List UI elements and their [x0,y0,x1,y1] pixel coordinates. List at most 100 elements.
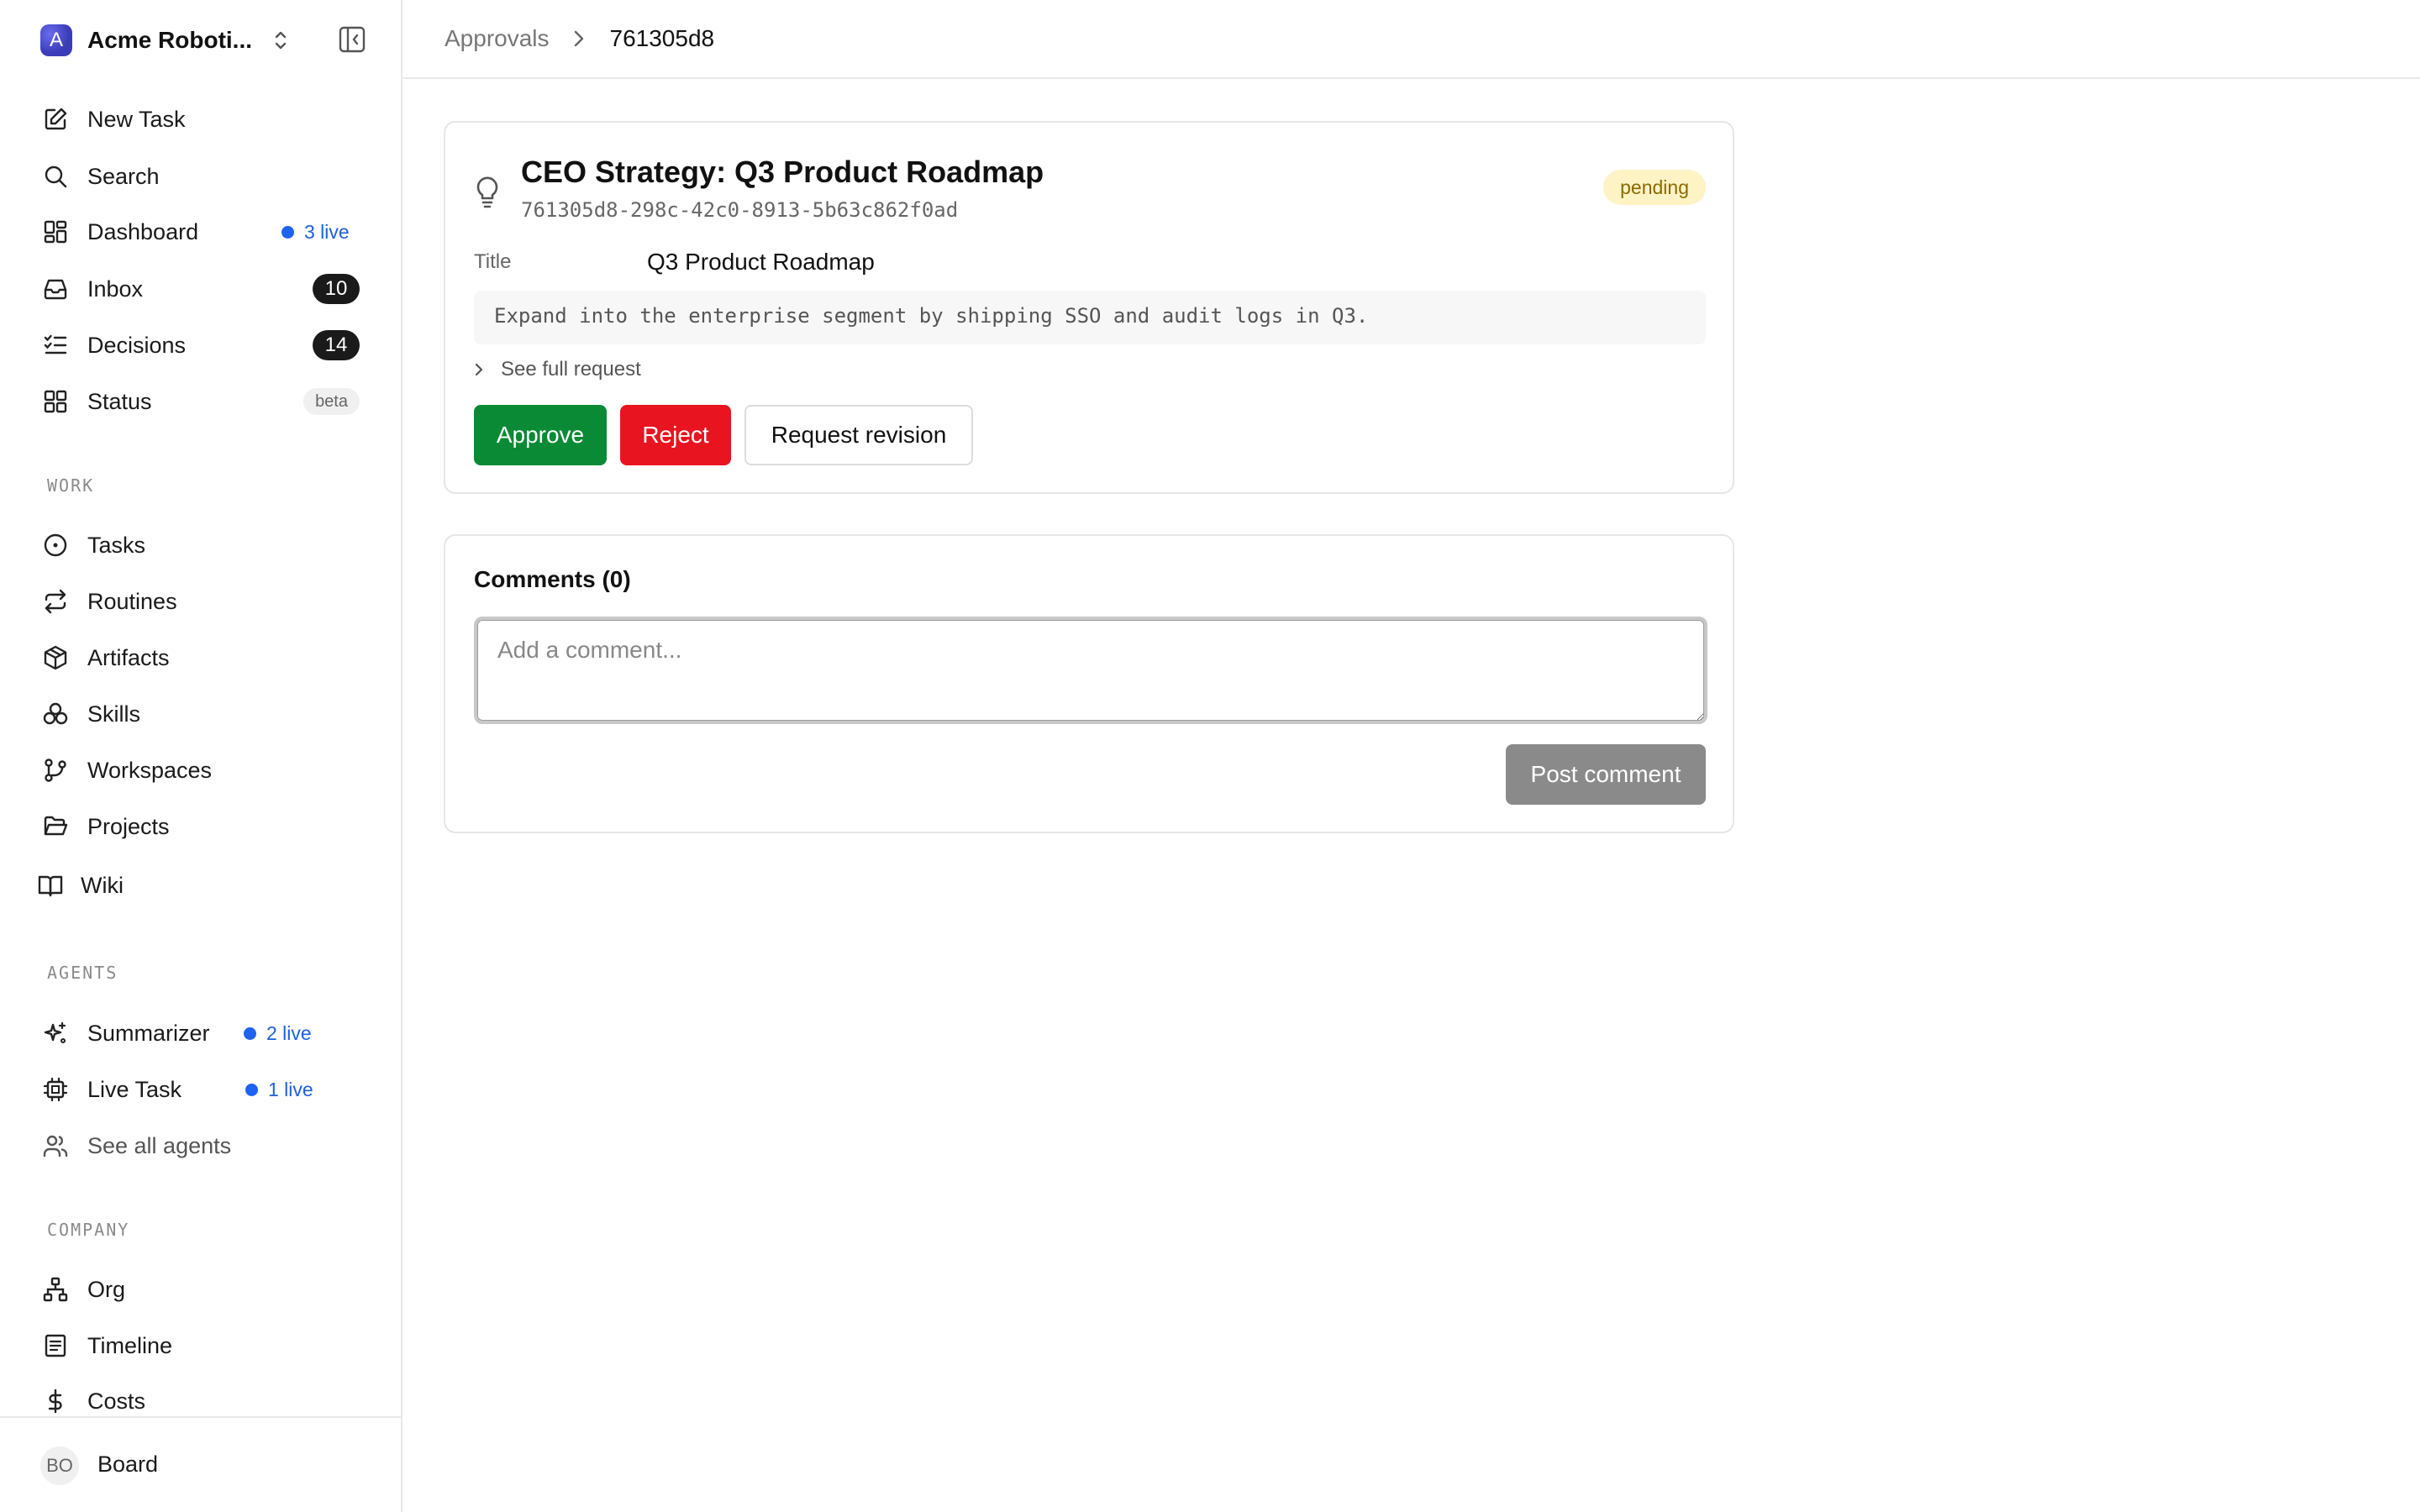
breadcrumb-approvals-link[interactable]: Approvals [445,25,550,52]
folder-open-icon [40,811,71,842]
nav-routines[interactable]: Routines [40,580,360,623]
approval-id: 761305d8-298c-42c0-8913-5b63c862f0ad [521,198,959,222]
live-indicator: 1 live [245,1079,313,1101]
dollar-sign-icon [40,1386,71,1416]
breadcrumb: Approvals 761305d8 [445,25,714,52]
comment-input[interactable] [474,617,1707,724]
git-branch-icon [40,755,71,785]
nav-label: Skills [87,701,141,727]
live-dot [244,1026,256,1040]
comments-card: Comments (0) Post comment [444,534,1734,833]
timeline-icon [40,1331,71,1361]
field-label-title: Title [474,250,512,273]
sparkles-icon [40,1018,71,1048]
live-indicator: 2 live [244,1022,312,1045]
workspace-switcher[interactable]: A Acme Roboti... [40,24,368,57]
nav-label: Summarizer [87,1020,210,1046]
workspace-name: Acme Roboti... [87,27,253,53]
nav-agent-live-task[interactable]: Live Task 1 live [40,1068,360,1111]
approval-title: CEO Strategy: Q3 Product Roadmap [521,155,1044,189]
sidebar: A Acme Roboti... New Task Search Dashboa… [0,0,402,1512]
nav-label: Timeline [87,1332,173,1358]
cpu-icon [40,1074,71,1105]
approval-description: Expand into the enterprise segment by sh… [474,291,1706,344]
nav-label: Wiki [81,872,124,898]
nav-label: Search [87,163,160,189]
network-icon [40,1274,71,1305]
users-icon [40,1131,71,1161]
dashboard-icon [40,217,71,247]
grid-icon [40,386,71,417]
nav-new-task[interactable]: New Task [40,97,360,141]
approval-card: CEO Strategy: Q3 Product Roadmap 761305d… [444,121,1734,494]
nav-inbox[interactable]: Inbox 10 [40,267,360,311]
nav-label: Artifacts [87,644,170,670]
nav-label: Inbox [87,276,144,302]
live-dot [281,225,294,239]
sidebar-collapse-icon[interactable] [338,25,366,54]
topbar: Approvals 761305d8 [402,0,2420,79]
nav-workspaces[interactable]: Workspaces [40,748,360,792]
nav-label: Dashboard [87,218,199,244]
user-name: Board [97,1452,159,1477]
nav-see-all-agents[interactable]: See all agents [40,1124,360,1168]
edit-icon [40,104,71,134]
nav-decisions[interactable]: Decisions 14 [40,323,360,367]
post-comment-button[interactable]: Post comment [1506,744,1706,805]
user-menu[interactable]: BO Board [0,1416,401,1512]
inbox-icon [40,274,71,304]
live-dot [245,1083,258,1096]
search-icon [40,161,71,192]
reject-button[interactable]: Reject [620,405,731,465]
circle-dot-icon [40,530,71,560]
nav-status[interactable]: Status beta [40,380,360,423]
live-count: 2 live [266,1021,312,1044]
nav-label: Routines [87,588,177,614]
see-full-request-label: See full request [501,358,641,381]
nav-timeline[interactable]: Timeline [40,1324,360,1368]
section-label-work: WORK [47,475,95,496]
approve-button[interactable]: Approve [474,405,607,465]
nav-search[interactable]: Search [40,155,360,198]
book-open-icon [35,870,66,900]
chevron-up-down-icon[interactable] [272,25,292,55]
nav-label: See all agents [87,1132,232,1158]
live-indicator: 3 live [281,221,350,244]
live-count: 1 live [268,1078,313,1100]
status-badge: pending [1603,170,1706,205]
repeat-icon [40,586,71,617]
package-icon [40,643,71,673]
boxes-icon [40,699,71,729]
request-revision-button[interactable]: Request revision [744,405,973,465]
nav-artifacts[interactable]: Artifacts [40,636,360,680]
nav-agent-summarizer[interactable]: Summarizer 2 live [40,1011,360,1055]
nav-label: Tasks [87,532,146,558]
breadcrumb-current: 761305d8 [609,25,715,51]
beta-badge: beta [303,388,360,415]
nav-projects[interactable]: Projects [40,805,360,848]
nav-org[interactable]: Org [40,1268,360,1311]
section-label-company: COMPANY [47,1220,130,1240]
nav-label: Projects [87,813,170,839]
nav-wiki[interactable]: Wiki [35,864,355,907]
nav-skills[interactable]: Skills [40,692,360,736]
lightbulb-icon [474,171,501,208]
nav-label: Costs [87,1388,146,1414]
inbox-count-badge: 10 [313,274,360,304]
chevron-right-icon [474,361,491,378]
workspace-logo: A [40,24,72,56]
chevron-right-icon [573,29,587,49]
nav-label: Org [87,1276,126,1302]
nav-label: Workspaces [87,757,213,783]
nav-label: Live Task [87,1076,182,1102]
nav-dashboard[interactable]: Dashboard 3 live [40,210,360,254]
section-label-agents: AGENTS [47,963,118,983]
nav-label: Decisions [87,332,187,358]
comments-title: Comments (0) [474,566,631,592]
live-count: 3 live [304,220,350,243]
nav-tasks[interactable]: Tasks [40,523,360,567]
decisions-count-badge: 14 [313,330,360,360]
nav-label: Status [87,388,152,414]
avatar: BO [40,1446,79,1485]
see-full-request-toggle[interactable]: See full request [474,358,641,381]
